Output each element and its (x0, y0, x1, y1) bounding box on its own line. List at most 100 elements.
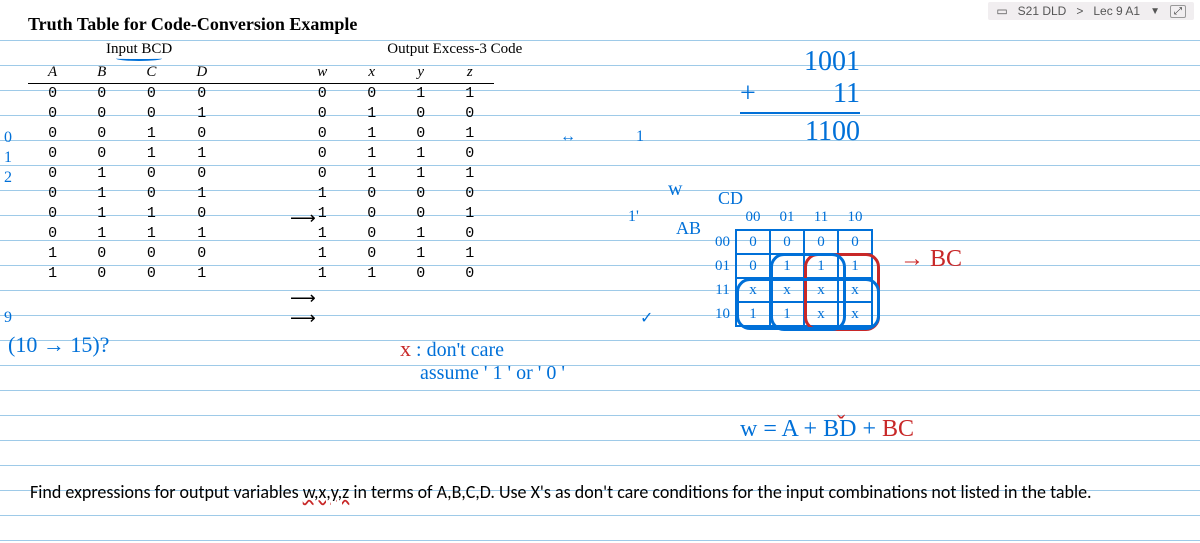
cell: 1 (445, 204, 494, 224)
cell: 0 (28, 184, 77, 204)
cell: 0 (77, 84, 126, 105)
cell: 1 (297, 204, 347, 224)
col-D: D (176, 62, 227, 84)
cell: 0 (126, 104, 176, 124)
dont-care-line2: assume ' 1 ' or ' 0 ' (420, 362, 565, 385)
cell: 1 (347, 124, 396, 144)
cell-gap (227, 104, 297, 124)
col-gap (227, 62, 297, 84)
cell: 0 (28, 84, 77, 105)
output-group-header: Output Excess-3 Code (387, 41, 522, 58)
cell: 0 (126, 244, 176, 264)
col-X: x (347, 62, 396, 84)
cell: 0 (77, 264, 126, 284)
page-title: Truth Table for Code-Conversion Example (28, 14, 1172, 35)
input-group-header: Input BCD (106, 41, 172, 58)
cell: 0 (396, 104, 445, 124)
cell: 1 (176, 264, 227, 284)
cell: 1 (396, 84, 445, 105)
problem-statement: Find expressions for output variables w,… (30, 480, 1150, 504)
cell: 1 (445, 84, 494, 105)
table-row: 10011100 (28, 264, 494, 284)
cell: 1 (396, 144, 445, 164)
cell: 1 (445, 124, 494, 144)
cell: 0 (396, 124, 445, 144)
cell: 1 (126, 124, 176, 144)
margin-num: 9 (4, 308, 12, 328)
cell: 1 (77, 204, 126, 224)
cell: 0 (396, 264, 445, 284)
cell: 0 (347, 204, 396, 224)
cell: 1 (176, 224, 227, 244)
table-row: 01000111 (28, 164, 494, 184)
cell: 0 (176, 164, 227, 184)
cell: 1 (126, 224, 176, 244)
cell: 0 (28, 164, 77, 184)
cell: 1 (347, 164, 396, 184)
cell: 0 (28, 224, 77, 244)
cell: 0 (176, 124, 227, 144)
question-10-15: (10 → 15)? (8, 332, 109, 358)
cell-gap (227, 164, 297, 184)
truth-table: A B C D w x y z 000000110001010000100101… (28, 62, 494, 284)
footer-t2: in terms of A,B,C,D. Use X's as don't ca… (349, 481, 1091, 503)
cell: 1 (396, 244, 445, 264)
cell: 1 (396, 224, 445, 244)
cell: 1 (347, 144, 396, 164)
cell: 0 (28, 104, 77, 124)
table-row: 00000011 (28, 84, 494, 105)
cell: 0 (396, 204, 445, 224)
cell: 0 (77, 124, 126, 144)
dont-care-line1: x : x : don't caredon't care (400, 336, 504, 362)
cell: 1 (445, 164, 494, 184)
cell: 1 (176, 144, 227, 164)
cell: 1 (297, 264, 347, 284)
cell: 0 (126, 164, 176, 184)
cell: 0 (176, 204, 227, 224)
cell-gap (227, 124, 297, 144)
footer-vars: w,x,y,z (303, 481, 350, 503)
w-equation: w = A + BDˇ + BC (740, 416, 914, 443)
col-Y: y (396, 62, 445, 84)
cell: 0 (28, 204, 77, 224)
cell: 1 (347, 104, 396, 124)
cell: 0 (28, 124, 77, 144)
table-row: 01101001 (28, 204, 494, 224)
cell: 1 (77, 184, 126, 204)
cell: 1 (176, 184, 227, 204)
cell: 1 (445, 244, 494, 264)
table-row: 00100101 (28, 124, 494, 144)
cell: 0 (176, 244, 227, 264)
cell: 0 (297, 124, 347, 144)
cell: 1 (77, 224, 126, 244)
cell: 0 (77, 244, 126, 264)
col-Z: z (445, 62, 494, 84)
footer-t1: Find expressions for output variables (30, 481, 303, 503)
cell: 0 (347, 244, 396, 264)
kmap-row-10: 10 (710, 302, 736, 326)
table-row: 00010100 (28, 104, 494, 124)
cell: 0 (445, 104, 494, 124)
cell: 0 (28, 144, 77, 164)
cell: 1 (297, 244, 347, 264)
table-row: 10001011 (28, 244, 494, 264)
cell-gap (227, 244, 297, 264)
cell: 0 (445, 144, 494, 164)
col-B: B (77, 62, 126, 84)
cell-gap (227, 224, 297, 244)
cell: 1 (28, 264, 77, 284)
cell: 0 (347, 224, 396, 244)
cell-gap (227, 144, 297, 164)
arrow-row9: ⟶ (290, 308, 316, 329)
cell: 1 (347, 264, 396, 284)
cell: 0 (126, 184, 176, 204)
cell: 0 (297, 144, 347, 164)
cell: 0 (126, 84, 176, 105)
cell: 0 (347, 184, 396, 204)
cell-gap (227, 84, 297, 105)
cell: 1 (126, 204, 176, 224)
cell: 0 (396, 184, 445, 204)
col-A: A (28, 62, 77, 84)
cell: 1 (126, 144, 176, 164)
cell-gap (227, 264, 297, 284)
